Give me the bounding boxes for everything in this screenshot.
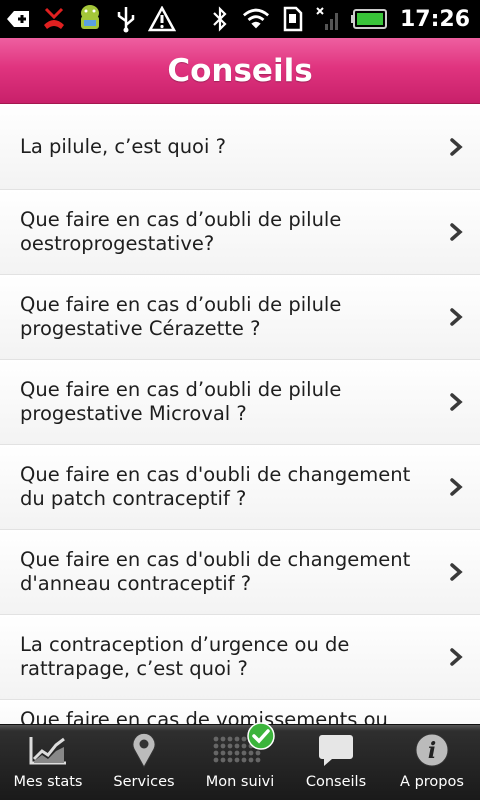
- list-item-label: Que faire en cas d’oubli de pilule proge…: [20, 293, 342, 340]
- chevron-right-icon: [448, 392, 464, 412]
- missed-call-icon: [40, 5, 68, 33]
- list-item-label: La pilule, c’est quoi ?: [20, 134, 226, 158]
- speech-bubble-icon: [318, 730, 354, 770]
- chevron-right-icon: [448, 647, 464, 667]
- list-item-label: Que faire en cas d'oubli de changement d…: [20, 463, 411, 510]
- list-item[interactable]: Que faire en cas d’oubli de pilule proge…: [0, 360, 480, 445]
- tab-label: A propos: [400, 774, 464, 790]
- svg-text:i: i: [428, 738, 436, 764]
- list-item[interactable]: Que faire en cas de vomissements ou: [0, 700, 480, 724]
- wifi-icon: [242, 5, 270, 33]
- chevron-right-icon: [448, 562, 464, 582]
- battery-icon: [350, 5, 388, 33]
- pill-grid-icon: [205, 722, 275, 770]
- check-badge-icon: [247, 722, 275, 754]
- tab-mes-stats[interactable]: Mes stats: [0, 725, 96, 800]
- list-item-label: Que faire en cas d’oubli de pilule oestr…: [20, 208, 342, 255]
- list-item[interactable]: La contraception d’urgence ou de rattrap…: [0, 615, 480, 700]
- list-item-label: La contraception d’urgence ou de rattrap…: [20, 633, 350, 680]
- list-item-label: Que faire en cas d’oubli de pilule proge…: [20, 378, 342, 425]
- android-icon: [76, 5, 104, 33]
- tab-label: Conseils: [305, 774, 367, 790]
- signal-icon: [314, 5, 342, 33]
- advice-list[interactable]: La pilule, c’est quoi ? Que faire en cas…: [0, 104, 480, 724]
- chevron-right-icon: [448, 307, 464, 327]
- list-item-label: Que faire en cas d'oubli de changement d…: [20, 548, 411, 595]
- notification-plus-icon: [4, 5, 32, 33]
- status-bar: 17:26: [0, 0, 480, 38]
- tab-conseils[interactable]: Conseils: [288, 725, 384, 800]
- list-item[interactable]: Que faire en cas d'oubli de changement d…: [0, 530, 480, 615]
- tab-mon-suivi[interactable]: Mon suivi: [192, 722, 288, 800]
- status-time: 17:26: [399, 6, 470, 32]
- chart-icon: [28, 730, 68, 770]
- app-header: Conseils: [0, 38, 480, 104]
- tab-a-propos[interactable]: i A propos: [384, 725, 480, 800]
- tab-services[interactable]: Services: [96, 725, 192, 800]
- bluetooth-icon: [206, 5, 234, 33]
- chevron-right-icon: [448, 137, 464, 157]
- list-item[interactable]: Que faire en cas d’oubli de pilule oestr…: [0, 190, 480, 275]
- sd-card-icon: [278, 5, 306, 33]
- list-item-label: Que faire en cas de vomissements ou: [20, 708, 388, 724]
- chevron-right-icon: [448, 222, 464, 242]
- tab-label: Mes stats: [13, 774, 83, 790]
- tab-label: Services: [113, 774, 175, 790]
- bottom-tab-bar: Mes stats Services Mon suivi Conseils i …: [0, 722, 480, 800]
- chevron-right-icon: [448, 477, 464, 497]
- list-item[interactable]: Que faire en cas d’oubli de pilule proge…: [0, 275, 480, 360]
- usb-icon: [112, 5, 140, 33]
- tab-label: Mon suivi: [205, 774, 275, 790]
- list-item[interactable]: Que faire en cas d'oubli de changement d…: [0, 445, 480, 530]
- list-item[interactable]: La pilule, c’est quoi ?: [0, 104, 480, 190]
- warning-icon: [148, 5, 176, 33]
- info-icon: i: [414, 730, 450, 770]
- map-pin-icon: [130, 730, 158, 770]
- page-title: Conseils: [167, 52, 313, 89]
